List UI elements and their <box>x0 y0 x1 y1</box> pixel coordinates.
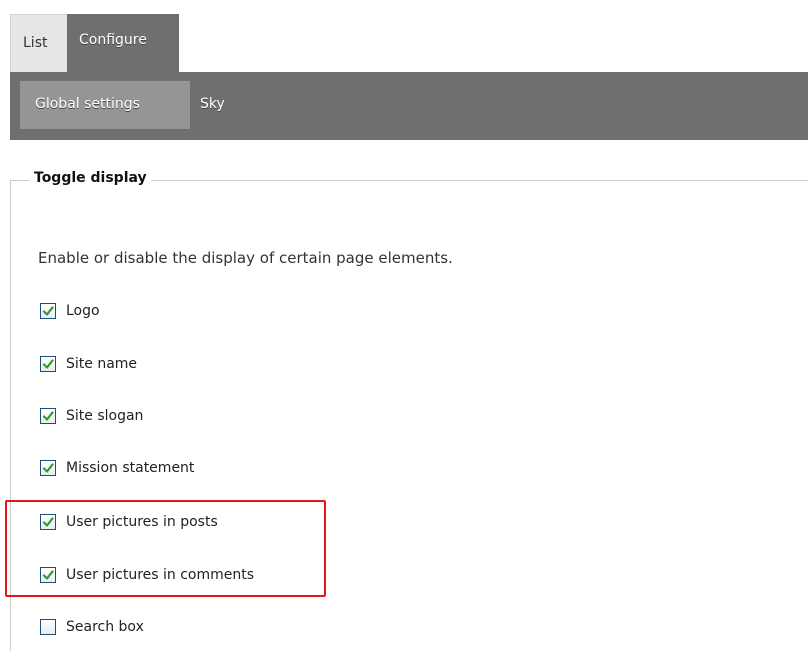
checkbox-mission-statement[interactable] <box>40 460 56 476</box>
subtab-global-settings[interactable]: Global settings <box>20 81 190 129</box>
checkmark-icon <box>42 463 54 473</box>
option-mission-statement[interactable]: Mission statement <box>40 460 194 476</box>
checkbox-site-slogan[interactable] <box>40 408 56 424</box>
tab-configure[interactable]: Configure <box>67 14 179 72</box>
subtab-sky[interactable]: Sky <box>190 81 250 129</box>
primary-tabs: List Configure <box>10 14 179 72</box>
option-logo-label: Logo <box>66 303 100 319</box>
checkmark-icon <box>42 411 54 421</box>
checkmark-icon <box>42 306 54 316</box>
fieldset-legend: Toggle display <box>30 170 151 186</box>
tab-list-label: List <box>23 35 48 51</box>
fieldset-description: Enable or disable the display of certain… <box>38 249 453 267</box>
checkmark-icon <box>42 359 54 369</box>
checkbox-search-box[interactable] <box>40 619 56 635</box>
highlight-box <box>5 500 326 597</box>
option-search-box[interactable]: Search box <box>40 619 144 635</box>
page: List Configure Global settings Sky Toggl… <box>0 0 808 651</box>
option-site-slogan-label: Site slogan <box>66 408 144 424</box>
option-site-name-label: Site name <box>66 356 138 372</box>
option-logo[interactable]: Logo <box>40 303 100 319</box>
checkbox-logo[interactable] <box>40 303 56 319</box>
option-search-box-label: Search box <box>66 619 144 635</box>
checkbox-site-name[interactable] <box>40 356 56 372</box>
secondary-tab-bar: Global settings Sky <box>10 72 808 140</box>
tab-configure-label: Configure <box>79 32 147 48</box>
tab-list[interactable]: List <box>10 14 67 72</box>
option-site-slogan[interactable]: Site slogan <box>40 408 143 424</box>
option-mission-statement-label: Mission statement <box>66 460 195 476</box>
subtab-sky-label: Sky <box>200 96 225 112</box>
subtab-global-settings-label: Global settings <box>35 96 140 112</box>
option-site-name[interactable]: Site name <box>40 356 137 372</box>
